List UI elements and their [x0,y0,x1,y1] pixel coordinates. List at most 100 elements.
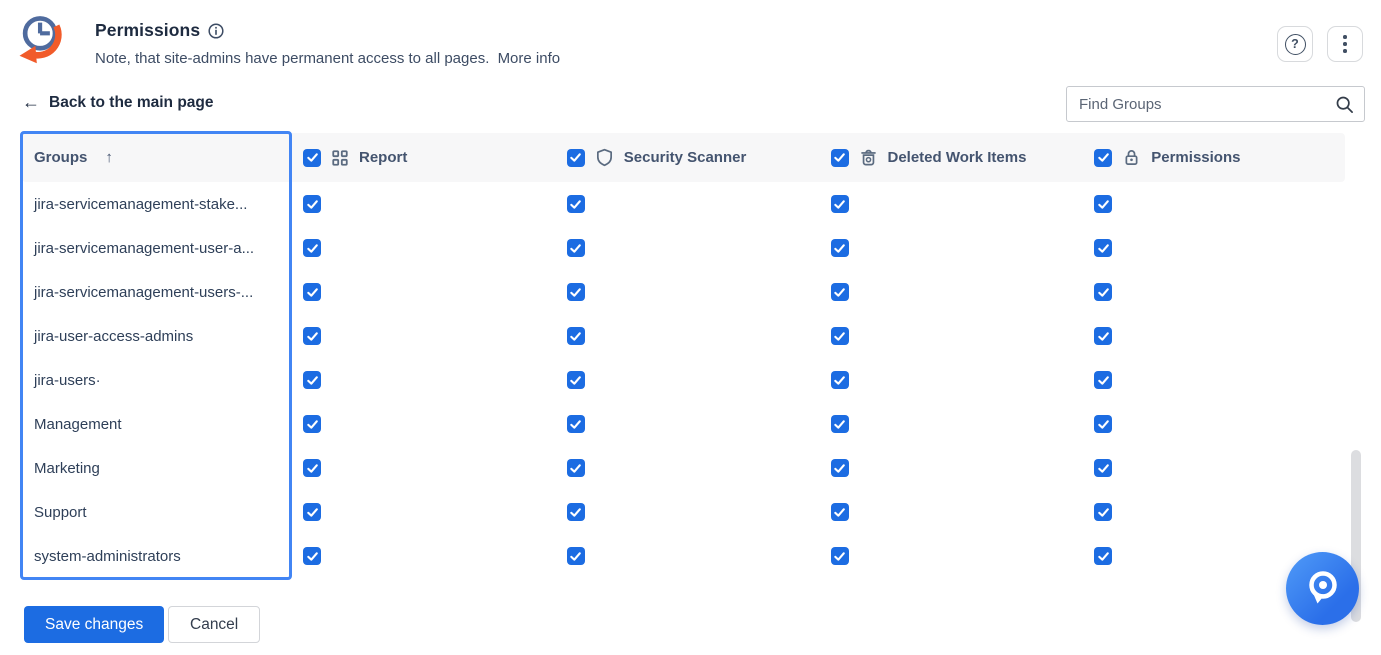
permission-cell [818,327,1082,345]
permission-checkbox[interactable] [1094,503,1112,521]
column-header-label: Permissions [1151,149,1240,166]
permissions-page: Permissions Note, that site-admins have … [0,0,1381,655]
permission-checkbox[interactable] [303,195,321,213]
permission-cell [818,503,1082,521]
group-name: jira-user-access-admins [22,328,290,345]
title-block: Permissions Note, that site-admins have … [95,20,560,67]
permission-cell [290,371,554,389]
subtitle-text: Note, that site-admins have permanent ac… [95,50,489,67]
permission-checkbox[interactable] [1094,415,1112,433]
permission-cell [818,459,1082,477]
permission-cell [1081,503,1345,521]
permission-checkbox[interactable] [303,283,321,301]
permission-cell [1081,239,1345,257]
permission-checkbox[interactable] [831,371,849,389]
help-widget-fab[interactable] [1286,552,1359,625]
permission-checkbox[interactable] [831,283,849,301]
permission-checkbox[interactable] [303,503,321,521]
permission-cell [818,547,1082,565]
permission-checkbox[interactable] [567,547,585,565]
lock-icon [1122,148,1141,167]
permission-cell [818,371,1082,389]
permission-cell [554,239,818,257]
table-row: jira-servicemanagement-user-a... [22,226,1345,270]
table-row: jira-servicemanagement-stake... [22,182,1345,226]
permission-cell [290,503,554,521]
table-body: jira-servicemanagement-stake... jira-serv… [22,182,1345,578]
permission-checkbox[interactable] [567,415,585,433]
column-header: Permissions [1081,148,1345,167]
permission-checkbox[interactable] [303,371,321,389]
question-mark-icon: ? [1285,34,1306,55]
permission-checkbox[interactable] [831,503,849,521]
table-row: Management [22,402,1345,446]
arrow-left-icon: ← [22,92,40,113]
permission-checkbox[interactable] [303,327,321,345]
table-row: system-administrators [22,534,1345,578]
permission-checkbox[interactable] [1094,371,1112,389]
help-button[interactable]: ? [1277,26,1313,62]
save-button[interactable]: Save changes [24,606,164,643]
group-search-box [1066,86,1365,122]
search-input[interactable] [1067,96,1335,113]
permission-cell [1081,371,1345,389]
permission-cell [290,283,554,301]
permission-checkbox[interactable] [1094,239,1112,257]
permission-checkbox[interactable] [831,415,849,433]
column-select-all-checkbox[interactable] [1094,149,1112,167]
kebab-menu-icon [1343,35,1347,53]
permission-checkbox[interactable] [567,195,585,213]
info-icon[interactable] [208,23,224,39]
permission-checkbox[interactable] [303,459,321,477]
permission-cell [290,547,554,565]
sort-ascending-icon[interactable]: ↑ [105,149,113,166]
shield-icon [595,148,614,167]
permission-checkbox[interactable] [567,239,585,257]
permission-cell [290,195,554,213]
permission-checkbox[interactable] [1094,327,1112,345]
permission-checkbox[interactable] [831,327,849,345]
permission-cell [554,327,818,345]
permission-cell [554,415,818,433]
permission-cell [554,547,818,565]
permission-cell [1081,327,1345,345]
group-name: jira-servicemanagement-stake... [22,196,290,213]
column-select-all-checkbox[interactable] [567,149,585,167]
more-info-link[interactable]: More info [498,50,561,67]
permission-cell [554,371,818,389]
permission-cell [554,459,818,477]
permission-checkbox[interactable] [303,415,321,433]
permissions-table: Groups ↑ ReportSecurity ScannerDeleted W… [22,133,1345,578]
permission-checkbox[interactable] [303,547,321,565]
permission-checkbox[interactable] [831,547,849,565]
group-name: system-administrators [22,548,290,565]
permission-cell [818,195,1082,213]
table-header-row: Groups ↑ ReportSecurity ScannerDeleted W… [22,133,1345,182]
chat-search-icon [1286,552,1359,625]
table-row: jira-users· [22,358,1345,402]
group-name: Support [22,504,290,521]
permission-cell [1081,283,1345,301]
more-menu-button[interactable] [1327,26,1363,62]
column-select-all-checkbox[interactable] [831,149,849,167]
permission-checkbox[interactable] [831,459,849,477]
cancel-button[interactable]: Cancel [168,606,260,643]
permission-checkbox[interactable] [1094,195,1112,213]
permission-checkbox[interactable] [831,195,849,213]
permission-checkbox[interactable] [1094,283,1112,301]
permission-checkbox[interactable] [567,283,585,301]
permission-checkbox[interactable] [1094,547,1112,565]
permission-cell [1081,195,1345,213]
permission-checkbox[interactable] [567,459,585,477]
table-row: Marketing [22,446,1345,490]
permission-checkbox[interactable] [1094,459,1112,477]
permission-checkbox[interactable] [831,239,849,257]
back-link[interactable]: ← Back to the main page [22,92,214,113]
group-name: Marketing [22,460,290,477]
search-icon[interactable] [1335,95,1354,114]
column-select-all-checkbox[interactable] [303,149,321,167]
permission-checkbox[interactable] [567,503,585,521]
permission-checkbox[interactable] [303,239,321,257]
permission-checkbox[interactable] [567,327,585,345]
permission-checkbox[interactable] [567,371,585,389]
